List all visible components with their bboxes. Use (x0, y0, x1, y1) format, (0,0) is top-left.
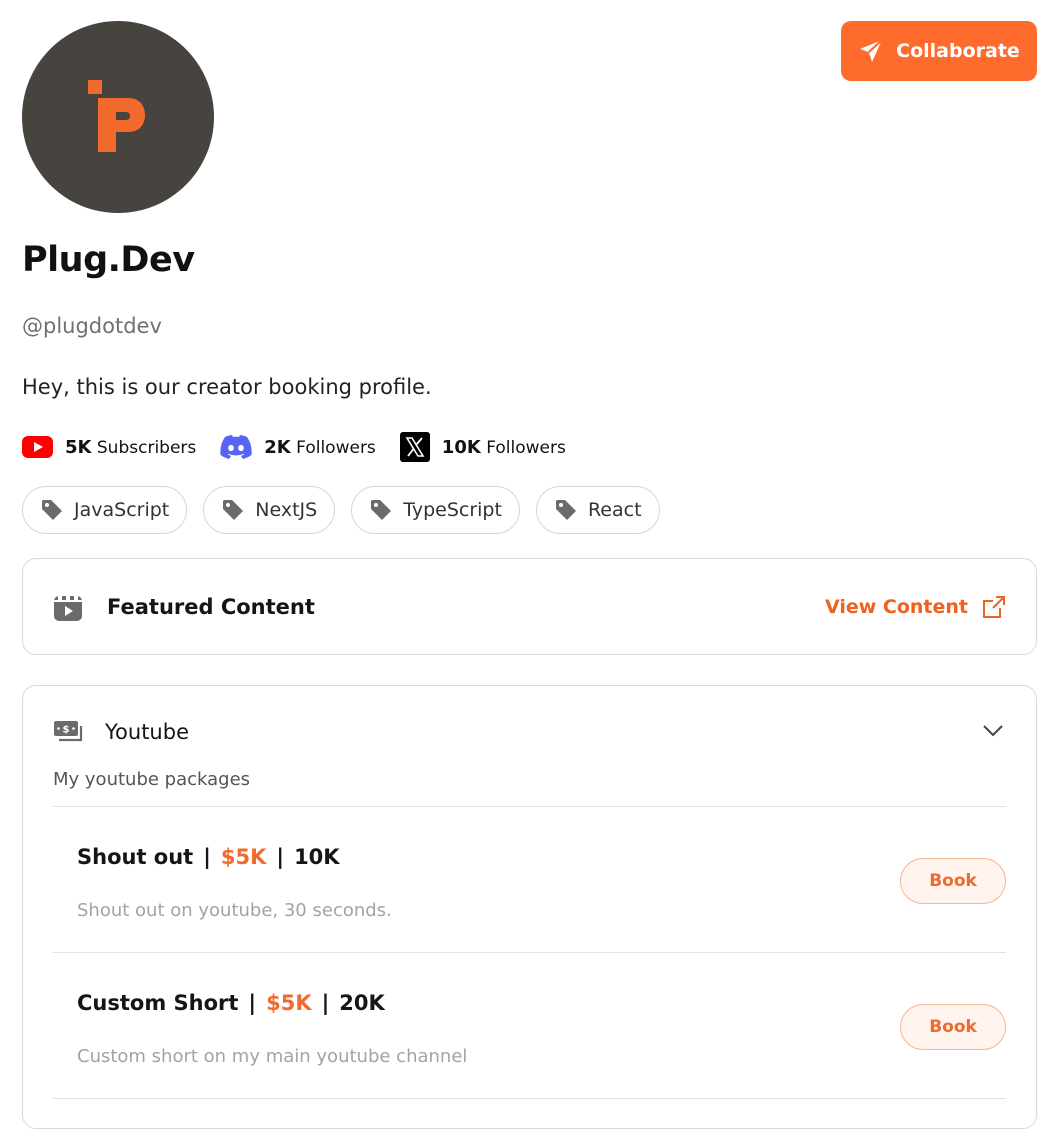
collaborate-button[interactable]: Collaborate (841, 21, 1037, 81)
social-discord[interactable]: 2K Followers (220, 435, 376, 459)
avatar (22, 21, 214, 213)
money-icon: $ (54, 721, 83, 742)
divider (53, 1098, 1006, 1099)
discord-stat: 2K Followers (264, 436, 376, 458)
featured-content-card: Featured Content View Content (22, 558, 1037, 655)
tag-nextjs[interactable]: NextJS (203, 486, 336, 534)
tag-icon (371, 500, 392, 520)
package-description: Shout out on youtube, 30 seconds. (77, 900, 392, 921)
svg-text:$: $ (63, 725, 70, 736)
video-clip-icon (54, 592, 82, 621)
paper-plane-icon (860, 39, 883, 62)
profile-page: Collaborate Plug.Dev @plugdotdev Hey, th… (0, 0, 1056, 1144)
tag-react[interactable]: React (535, 486, 660, 534)
packages-header[interactable]: $ Youtube (53, 720, 189, 744)
social-youtube[interactable]: 5K Subscribers (22, 436, 196, 458)
collaborate-label: Collaborate (896, 40, 1020, 62)
tag-label: TypeScript (403, 499, 502, 521)
view-content-label: View Content (824, 595, 968, 618)
package-description: Custom short on my main youtube channel (77, 1046, 468, 1067)
book-button[interactable]: Book (900, 1004, 1006, 1050)
tag-icon (42, 500, 62, 520)
view-content-link[interactable]: View Content (825, 595, 1006, 619)
featured-content-title: Featured Content (107, 594, 315, 619)
profile-handle: @plugdotdev (22, 314, 162, 338)
x-stat: 10K Followers (441, 436, 566, 458)
discord-icon (220, 435, 252, 459)
external-link-icon (983, 595, 1005, 618)
tag-icon (555, 500, 576, 520)
youtube-icon (22, 436, 53, 458)
package-title: Shout out | $5K | 10K (77, 845, 340, 869)
profile-bio: Hey, this is our creator booking profile… (22, 375, 432, 399)
tag-label: React (587, 499, 642, 521)
tag-label: NextJS (255, 499, 318, 521)
chevron-down-icon[interactable] (982, 724, 1004, 738)
package-item: Shout out | $5K | 10K Shout out on youtube, … (53, 807, 1006, 953)
package-item: Custom Short | $5K | 20K Custom short on my … (53, 953, 1006, 1099)
tag-icon (223, 500, 244, 520)
packages-card: $ Youtube My youtube packages Shout out |… (22, 685, 1037, 1129)
x-icon (399, 432, 430, 462)
tag-typescript[interactable]: TypeScript (351, 486, 520, 534)
package-title: Custom Short | $5K | 20K (77, 991, 385, 1015)
plugdev-logo-icon (88, 80, 145, 152)
tag-label: JavaScript (74, 499, 170, 521)
packages-platform-title: Youtube (105, 720, 189, 744)
social-stats: 5K Subscribers 2K Followers 10K Follower… (22, 432, 566, 462)
book-button[interactable]: Book (900, 858, 1006, 904)
social-x[interactable]: 10K Followers (399, 432, 566, 462)
youtube-stat: 5K Subscribers (65, 436, 197, 458)
tag-javascript[interactable]: JavaScript (22, 486, 188, 534)
packages-subtitle: My youtube packages (53, 769, 251, 790)
profile-name: Plug.Dev (22, 240, 195, 280)
tag-list: JavaScript NextJS TypeScript React (22, 486, 660, 534)
